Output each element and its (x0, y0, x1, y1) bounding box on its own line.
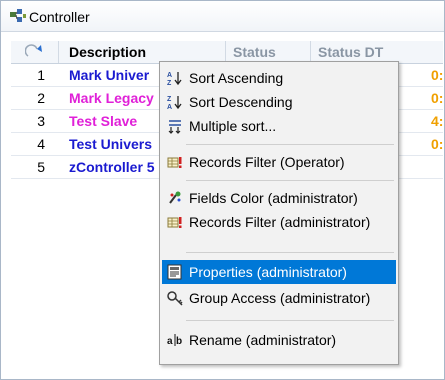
svg-text:a: a (167, 336, 173, 347)
menu-item-records-filter-administrator[interactable]: Records Filter (administrator) (162, 210, 396, 234)
menu-item-fields-color[interactable]: Fields Color (administrator) (162, 186, 396, 210)
row-status-dt-partial: 4:2 (431, 113, 443, 129)
column-header-status[interactable]: Status (226, 41, 311, 63)
menu-item-rename[interactable]: ab Rename (administrator) (162, 328, 396, 352)
records-filter-icon (167, 214, 183, 230)
menu-item-label: Rename (administrator) (189, 332, 337, 348)
menu-separator (186, 320, 394, 321)
svg-text:b: b (176, 336, 182, 347)
menu-item-label: Properties (administrator) (189, 264, 347, 280)
menu-item-records-filter-operator[interactable]: Records Filter (Operator) (162, 150, 396, 174)
controller-app-icon (10, 9, 26, 22)
properties-icon (167, 264, 183, 280)
menu-separator (186, 252, 394, 253)
svg-text:Z: Z (167, 80, 172, 86)
menu-item-label: Group Access (administrator) (189, 290, 371, 306)
row-number: 3 (37, 113, 45, 129)
menu-item-label: Sort Descending (189, 94, 293, 110)
svg-text:A: A (167, 104, 172, 110)
grid-corner-cell[interactable] (11, 41, 59, 63)
menu-item-sort-descending[interactable]: ZA Sort Descending (162, 90, 396, 114)
context-menu: AZ Sort Ascending ZA Sort Descending Mul… (159, 61, 399, 365)
menu-item-properties[interactable]: Properties (administrator) (162, 260, 396, 284)
svg-text:A: A (167, 72, 172, 79)
row-number: 5 (37, 159, 45, 175)
sort-descending-icon: ZA (167, 94, 183, 111)
menu-item-multiple-sort[interactable]: Multiple sort... (162, 114, 396, 138)
svg-text:Z: Z (167, 96, 172, 103)
rename-icon: ab (167, 332, 183, 348)
refresh-icon[interactable] (25, 44, 49, 60)
row-status-dt-partial: 0:2 (431, 136, 443, 152)
records-filter-icon (167, 154, 183, 170)
window-title: Controller (29, 9, 90, 25)
row-status-dt-partial: 0:1 (431, 90, 443, 106)
menu-item-label: Records Filter (administrator) (189, 214, 371, 230)
menu-item-label: Sort Ascending (189, 70, 284, 86)
row-number: 4 (37, 136, 45, 152)
multiple-sort-icon (167, 118, 183, 134)
group-access-icon (167, 290, 183, 306)
row-number: 1 (37, 67, 45, 83)
column-header-status-dt[interactable]: Status DT (311, 41, 443, 63)
menu-item-label: Records Filter (Operator) (189, 154, 345, 170)
controller-window: Controller Description Status Status DT … (0, 0, 445, 380)
sort-ascending-icon: AZ (167, 70, 183, 87)
row-status-dt-partial: 0:4 (431, 67, 443, 83)
column-header-description[interactable]: Description (59, 41, 226, 63)
menu-separator (186, 180, 394, 181)
menu-item-sort-ascending[interactable]: AZ Sort Ascending (162, 66, 396, 90)
row-number: 2 (37, 90, 45, 106)
menu-item-label: Fields Color (administrator) (189, 190, 358, 206)
menu-item-group-access[interactable]: Group Access (administrator) (162, 286, 396, 310)
menu-item-label: Multiple sort... (189, 118, 277, 134)
window-titlebar: Controller (1, 1, 444, 32)
fields-color-icon (167, 190, 183, 206)
menu-separator (186, 144, 394, 145)
